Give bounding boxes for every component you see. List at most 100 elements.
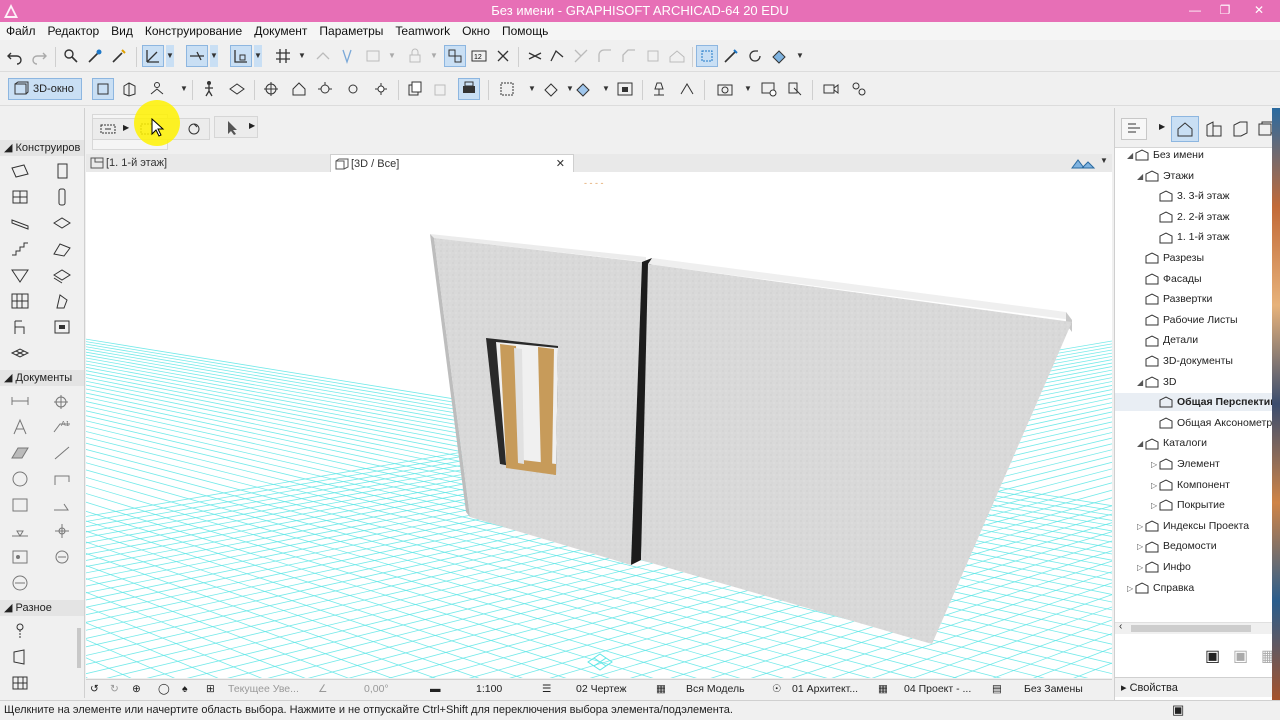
toolbox-section-design[interactable]: ◢ Конструиров — [0, 140, 84, 156]
menu-teamwork[interactable]: Teamwork — [389, 22, 456, 38]
teamwork-icon[interactable] — [784, 78, 806, 100]
text-tool-icon[interactable] — [8, 416, 32, 438]
minimize-icon[interactable]: — — [1180, 0, 1210, 22]
zoom-undo-icon[interactable]: ↺ — [90, 683, 99, 695]
menu-document[interactable]: Документ — [248, 22, 313, 38]
wall-right[interactable] — [641, 258, 1072, 644]
publish-icon[interactable] — [758, 78, 780, 100]
pen-set-value[interactable]: 01 Архитект... — [792, 683, 858, 695]
copy-icon[interactable] — [404, 78, 426, 100]
zoom-in-icon[interactable]: ⊕ — [132, 683, 141, 695]
zoom-dropdown-icon[interactable]: ▼ — [528, 78, 536, 100]
wall-tool-icon[interactable] — [8, 160, 32, 182]
section-tool-icon[interactable] — [50, 494, 74, 516]
renumber-icon[interactable]: 12 — [468, 45, 490, 67]
tree-item[interactable]: ▷ Ведомости — [1115, 537, 1280, 555]
navigator-view-map-icon[interactable] — [1121, 118, 1147, 140]
guide-lines-icon[interactable] — [142, 45, 164, 67]
suspend-groups-icon[interactable] — [444, 45, 466, 67]
tree-item[interactable]: Развертки — [1115, 290, 1280, 308]
wall-end-tool-icon[interactable] — [8, 646, 32, 668]
tab-3d-all[interactable]: [3D / Все] ✕ — [330, 154, 574, 173]
snap-dropdown-icon[interactable]: ▼ — [210, 45, 218, 67]
menu-file[interactable]: Файл — [0, 22, 42, 38]
fit-window-icon[interactable]: ⊞ — [206, 683, 215, 695]
pen-edit-icon[interactable] — [720, 45, 742, 67]
close-icon[interactable]: ✕ — [1244, 0, 1274, 22]
navigator-dropdown-icon[interactable]: ▶ — [1159, 122, 1165, 131]
tree-item[interactable]: ▷ Элемент — [1115, 455, 1280, 473]
window-tool-icon[interactable] — [8, 186, 32, 208]
intersect-icon[interactable] — [570, 45, 592, 67]
delete-view-icon[interactable]: ▣ — [1233, 646, 1248, 666]
railing-tool-icon[interactable] — [50, 264, 74, 286]
inject-icon[interactable] — [108, 45, 130, 67]
drawing-tool-icon[interactable] — [8, 494, 32, 516]
expand-down-icon[interactable]: ◢ — [1137, 168, 1145, 186]
pointer-dropdown-icon[interactable]: ▶ — [249, 121, 255, 130]
scroll-thumb[interactable] — [1131, 625, 1251, 632]
beam-tool-icon[interactable] — [8, 212, 32, 234]
pick-up-icon[interactable] — [84, 45, 106, 67]
expand-right-icon[interactable]: ▷ — [1137, 538, 1145, 556]
movie-icon[interactable] — [820, 78, 842, 100]
mesh-tool-icon[interactable] — [8, 342, 32, 364]
tree-item[interactable]: ▷ Индексы Проекта — [1115, 517, 1280, 535]
stair-tool-icon[interactable] — [8, 238, 32, 260]
tree-item[interactable]: ◢ 3D — [1115, 373, 1280, 391]
expand-down-icon[interactable]: ◢ — [1137, 374, 1145, 392]
renovation-value[interactable]: Без Замены — [1024, 683, 1083, 695]
lock-icon[interactable] — [404, 45, 426, 67]
expand-right-icon[interactable]: ▷ — [1137, 559, 1145, 577]
snap-points-icon[interactable] — [230, 45, 252, 67]
worksheet-tool-icon[interactable] — [8, 546, 32, 568]
layer-combo-value[interactable]: 02 Чертеж — [576, 683, 626, 695]
window-icon[interactable] — [614, 78, 636, 100]
tree-item[interactable]: Общая Аксонометрия — [1115, 414, 1280, 432]
explore-icon[interactable] — [198, 78, 220, 100]
label-tool-icon[interactable]: A1 — [50, 416, 74, 438]
redo-icon[interactable] — [28, 45, 50, 67]
bug-icon[interactable] — [314, 78, 336, 100]
grid-dropdown-icon[interactable]: ▼ — [298, 45, 306, 67]
partial-dropdown-icon[interactable]: ▶ — [123, 123, 129, 132]
explode-icon[interactable] — [642, 45, 664, 67]
menu-view[interactable]: Вид — [105, 22, 139, 38]
undo-view-label[interactable]: Текущее Уве... — [228, 683, 299, 695]
shell-tool-icon[interactable] — [8, 264, 32, 286]
snap-guides-icon[interactable] — [186, 45, 208, 67]
orbit-icon[interactable] — [146, 78, 168, 100]
new-view-icon[interactable]: ▣ — [1205, 646, 1220, 666]
library-icon[interactable] — [676, 78, 698, 100]
tree-item[interactable]: ▷ Инфо — [1115, 558, 1280, 576]
3d-scene[interactable]: - - - - — [86, 172, 1112, 678]
orbit-bottom-icon[interactable]: ◯ — [158, 683, 170, 695]
split-icon[interactable] — [524, 45, 546, 67]
guide-dropdown-icon[interactable]: ▼ — [166, 45, 174, 67]
lock-dropdown-icon[interactable]: ▼ — [430, 45, 438, 67]
home-view-icon[interactable] — [288, 78, 310, 100]
navigator-preview-dropdown-icon[interactable]: ▼ — [1100, 156, 1108, 165]
marquee-icon[interactable] — [260, 78, 282, 100]
orbit-dropdown-icon[interactable]: ▼ — [180, 78, 188, 100]
curtain-wall-tool-icon[interactable] — [8, 290, 32, 312]
zone-tool-icon[interactable] — [50, 316, 74, 338]
expand-right-icon[interactable]: ▷ — [1137, 518, 1145, 536]
tree-item[interactable]: 1. 1-й этаж — [1115, 228, 1280, 246]
project-map-icon[interactable] — [1171, 116, 1199, 142]
lamp-icon[interactable] — [648, 78, 670, 100]
menu-help[interactable]: Помощь — [496, 22, 554, 38]
magic-wand-icon[interactable] — [336, 45, 358, 67]
expand-right-icon[interactable]: ▷ — [1151, 477, 1159, 495]
line-tool-icon[interactable] — [50, 442, 74, 464]
tree-item[interactable]: ◢ Без имени — [1115, 146, 1280, 164]
column-tool-icon[interactable] — [50, 186, 74, 208]
snap-points-dropdown-icon[interactable]: ▼ — [254, 45, 262, 67]
menu-design[interactable]: Конструирование — [139, 22, 248, 38]
fill-tool-icon[interactable] — [8, 442, 32, 464]
morph-tool-icon[interactable] — [50, 290, 74, 312]
toolbox-section-misc[interactable]: ◢ Разное — [0, 600, 84, 616]
menu-edit[interactable]: Редактор — [42, 22, 106, 38]
grid-element-tool-icon[interactable] — [8, 620, 32, 642]
dimension-tool-icon[interactable] — [8, 390, 32, 412]
